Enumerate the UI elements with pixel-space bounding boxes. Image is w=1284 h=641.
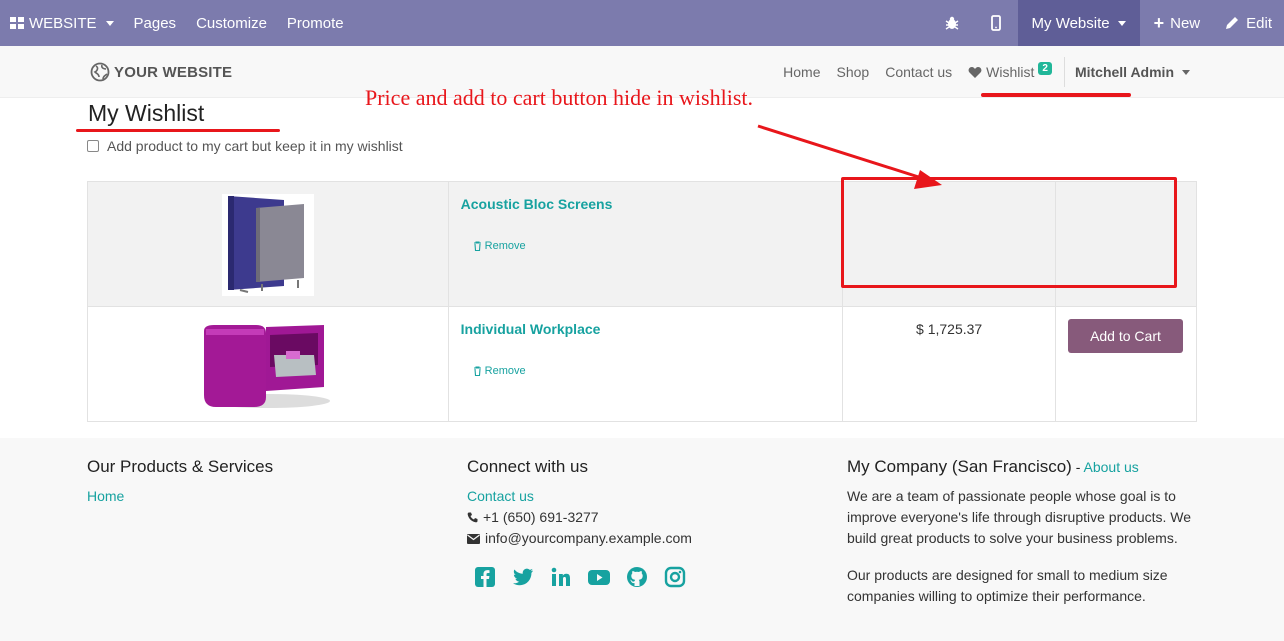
company-name: My Company (San Francisco) [847, 457, 1072, 476]
footer-home-link[interactable]: Home [87, 488, 124, 504]
github-icon[interactable] [625, 565, 649, 589]
twitter-icon[interactable] [511, 565, 535, 589]
social-links [473, 565, 807, 589]
site-footer: Our Products & Services Home Connect wit… [0, 438, 1284, 641]
footer-email: info@yourcompany.example.com [467, 528, 807, 549]
facebook-icon[interactable] [473, 565, 497, 589]
youtube-icon[interactable] [587, 565, 611, 589]
footer-col-products: Our Products & Services Home [87, 456, 427, 507]
instagram-icon[interactable] [663, 565, 687, 589]
footer-products-title: Our Products & Services [87, 457, 274, 476]
phone-icon [467, 512, 478, 523]
footer-col-company: My Company (San Francisco) - About us We… [847, 456, 1199, 623]
footer-company-title: My Company (San Francisco) - About us [847, 456, 1199, 478]
footer-about-link[interactable]: About us [1084, 459, 1139, 475]
footer-company-target: Our products are designed for small to m… [847, 567, 1168, 604]
footer-contact-link[interactable]: Contact us [467, 488, 534, 504]
footer-phone: +1 (650) 691-3277 [467, 507, 807, 528]
linkedin-icon[interactable] [549, 565, 573, 589]
footer-connect-title: Connect with us [467, 457, 588, 476]
title-separator: - [1071, 459, 1084, 475]
footer-email-text: info@yourcompany.example.com [485, 530, 692, 546]
footer-company-description: We are a team of passionate people whose… [847, 488, 1192, 546]
footer-col-connect: Connect with us Contact us +1 (650) 691-… [467, 456, 807, 589]
footer-phone-text: +1 (650) 691-3277 [483, 509, 599, 525]
envelope-icon [467, 533, 480, 544]
